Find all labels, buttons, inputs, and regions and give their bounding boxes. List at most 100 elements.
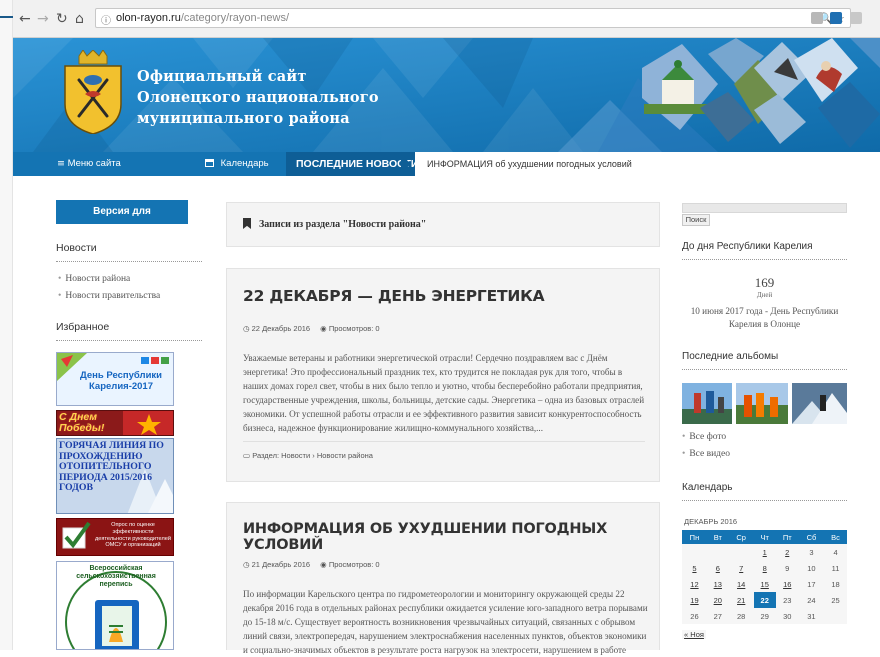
calendar-week-row: 19 20 21 22 23 24 25 xyxy=(682,592,847,608)
clock-icon: ◷ xyxy=(243,560,250,569)
site-title-line: Официальный сайт xyxy=(137,68,307,85)
home-icon[interactable]: ⌂ xyxy=(75,12,84,26)
calendar-week-row: 1234 xyxy=(682,544,847,560)
countdown-value: 169 xyxy=(754,275,775,290)
calendar-day[interactable]: 1 xyxy=(753,544,776,560)
calendar-day: 29 xyxy=(753,608,776,624)
accessible-version-button[interactable]: Версия для слабовидящих xyxy=(56,200,188,241)
extension-home-icon[interactable] xyxy=(830,12,842,24)
countdown-unit: Дней xyxy=(756,291,773,299)
site-title-line: муниципального района xyxy=(137,110,350,127)
calendar-day: 31 xyxy=(798,608,825,624)
banner-karelia-day[interactable]: День Республики Карелия-2017 xyxy=(56,352,174,406)
divider xyxy=(682,369,847,370)
calendar-day[interactable]: 20 xyxy=(706,592,729,608)
calendar-day[interactable]: 12 xyxy=(682,576,707,592)
url-domain: olon-rayon.ru xyxy=(116,12,181,24)
all-photos-link[interactable]: • Все фото xyxy=(682,432,726,442)
checkmark-icon xyxy=(62,521,91,549)
post-title[interactable]: 22 ДЕКАБРЯ — ДЕНЬ ЭНЕРГЕТИКА xyxy=(243,287,545,305)
ticker-text[interactable]: ИНФОРМАЦИЯ об ухудшении погодных условий xyxy=(427,159,632,169)
calendar-prev-month-link[interactable]: « Ноя xyxy=(682,630,706,639)
banner-victory-day[interactable]: С Днем Победы! xyxy=(56,410,174,436)
divider xyxy=(56,261,202,262)
calendar-day: 28 xyxy=(728,608,754,624)
post-category: ▭ Раздел: Новости › Новости района xyxy=(243,451,373,460)
url-text: olon-rayon.ru/category/rayon-news/ xyxy=(116,12,289,24)
calendar-day[interactable]: 7 xyxy=(728,560,754,576)
news-link-district[interactable]: • Новости района xyxy=(58,274,130,284)
calendar-day[interactable]: 19 xyxy=(682,592,707,608)
url-path: /category/rayon-news/ xyxy=(180,12,290,24)
calendar-month-caption: ДЕКАБРЬ 2016 xyxy=(684,517,738,526)
calendar-day: 3 xyxy=(798,544,825,560)
calendar-day[interactable]: 13 xyxy=(706,576,729,592)
calendar-day: 23 xyxy=(775,592,799,608)
search-input[interactable] xyxy=(682,203,847,213)
main-navbar: ≡ Меню сайта Календарь ПОСЛЕДНИЕ НОВОСТИ… xyxy=(13,152,880,176)
album-thumbnail xyxy=(736,383,788,424)
reload-icon[interactable]: ↻ xyxy=(56,12,68,26)
calendar-weekday: Сб xyxy=(798,530,825,544)
calendar-day[interactable]: 15 xyxy=(753,576,776,592)
album-thumbnails[interactable] xyxy=(682,383,847,424)
section-heading: Записи из раздела "Новости района" xyxy=(259,219,427,230)
calendar-day[interactable]: 5 xyxy=(682,560,707,576)
calendar-weekday: Вс xyxy=(824,530,847,544)
bookmark-icon xyxy=(243,218,251,229)
info-icon[interactable]: ⓘ xyxy=(101,12,111,27)
calendar-weekday: Вт xyxy=(706,530,729,544)
banner-survey[interactable]: Опрос по оценке эффективности деятельнос… xyxy=(56,518,174,556)
site-menu-label: Меню сайта xyxy=(67,158,121,169)
news-ticker[interactable]: ИНФОРМАЦИЯ об ухудшении погодных условий xyxy=(415,152,880,176)
calendar-menu-button[interactable]: Календарь xyxy=(205,152,269,176)
albums-widget-title: Последние альбомы xyxy=(682,351,779,362)
extension-icon[interactable] xyxy=(811,12,823,24)
calendar-day[interactable]: 8 xyxy=(753,560,776,576)
calendar-weekday: Пн xyxy=(682,530,707,544)
calendar-day: 11 xyxy=(824,560,847,576)
forward-arrow-icon[interactable]: → xyxy=(37,12,49,26)
calendar-day[interactable]: 14 xyxy=(728,576,754,592)
calendar-day xyxy=(824,608,847,624)
calendar-day xyxy=(682,544,707,560)
extension-icon[interactable] xyxy=(850,12,862,24)
calendar-day: 24 xyxy=(798,592,825,608)
browser-toolbar: ← → ↻ ⌂ ⓘ olon-rayon.ru/category/rayon-n… xyxy=(13,0,880,38)
all-videos-label[interactable]: Все видео xyxy=(689,449,730,459)
post-title[interactable]: ИНФОРМАЦИЯ ОБ УХУДШЕНИИ ПОГОДНЫХ УСЛОВИЙ xyxy=(243,521,659,553)
strip-marker xyxy=(0,16,13,18)
all-photos-label[interactable]: Все фото xyxy=(689,432,726,442)
calendar-menu-label: Календарь xyxy=(220,158,269,169)
calendar-day[interactable]: 21 xyxy=(728,592,754,608)
hamburger-icon: ≡ xyxy=(57,158,65,169)
post-views: Просмотров: 0 xyxy=(328,324,380,333)
post-date: 21 Декабрь 2016 xyxy=(251,560,311,569)
banner-hotline-text: ГОРЯЧАЯ ЛИНИЯ ПО ПРОХОЖДЕНИЮ ОТОПИТЕЛЬНО… xyxy=(59,440,164,493)
post-excerpt: Уважаемые ветераны и работники энергетич… xyxy=(243,353,645,434)
calendar-day[interactable]: 16 xyxy=(775,576,799,592)
post-meta: ◷ 21 Декабрь 2016 ◉ Просмотров: 0 xyxy=(243,560,380,569)
news-link-government[interactable]: • Новости правительства xyxy=(58,291,160,301)
section-heading-box: Записи из раздела "Новости района" xyxy=(226,202,660,247)
eye-icon: ◉ xyxy=(320,324,327,333)
calendar-day[interactable]: 6 xyxy=(706,560,729,576)
news-link-label[interactable]: Новости правительства xyxy=(65,291,160,301)
calendar-weekday: Чт xyxy=(753,530,776,544)
banner-agri-census[interactable]: Всероссийская сельскохозяйственная переп… xyxy=(56,561,174,650)
calendar-day: 27 xyxy=(706,608,729,624)
news-link-label[interactable]: Новости района xyxy=(65,274,130,284)
post-category-label[interactable]: Раздел: Новости › Новости района xyxy=(252,451,373,460)
calendar-day[interactable]: 2 xyxy=(775,544,799,560)
banner-hotline[interactable]: ГОРЯЧАЯ ЛИНИЯ ПО ПРОХОЖДЕНИЮ ОТОПИТЕЛЬНО… xyxy=(56,438,174,514)
calendar-day-today[interactable]: 22 xyxy=(753,592,776,608)
post-views: Просмотров: 0 xyxy=(328,560,380,569)
calendar-weekday-row: Пн Вт Ср Чт Пт Сб Вс xyxy=(682,530,847,544)
site-menu-button[interactable]: ≡ Меню сайта xyxy=(57,152,121,176)
back-arrow-icon[interactable]: ← xyxy=(19,12,31,26)
folder-icon: ▭ xyxy=(243,451,251,460)
address-bar[interactable]: ⓘ olon-rayon.ru/category/rayon-news/ 🔍 ☆ xyxy=(95,8,851,28)
search-button[interactable]: Поиск xyxy=(682,214,710,226)
site-title[interactable]: Официальный сайт Олонецкого национальног… xyxy=(137,66,379,129)
all-videos-link[interactable]: • Все видео xyxy=(682,449,730,459)
